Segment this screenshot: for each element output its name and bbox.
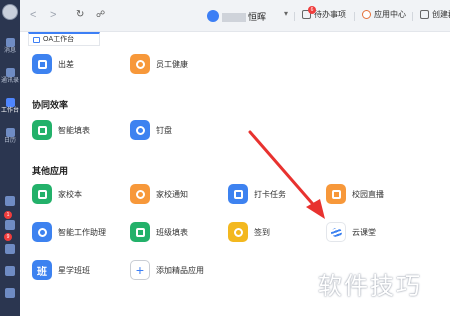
left-sidebar: 消息 通讯录 工作台 日历 1 9 — [0, 0, 20, 316]
briefcase-icon — [32, 54, 52, 74]
forward-arrow-icon[interactable]: > — [50, 9, 56, 21]
class-form-icon — [130, 222, 150, 242]
sidebar-badge-2: 9 — [4, 233, 12, 241]
app-smart-assistant[interactable]: 智能工作助理 — [32, 222, 122, 242]
mail-icon[interactable] — [5, 220, 15, 230]
app-smart-form[interactable]: 智能填表 — [32, 120, 122, 140]
sidebar-item-contacts[interactable]: 通讯录 — [0, 68, 20, 85]
app-dingpan[interactable]: 钉盘 — [130, 120, 220, 140]
app-home-school-notice[interactable]: 家校通知 — [130, 184, 220, 204]
calendar-task-icon — [228, 184, 248, 204]
sidebar-item-messages[interactable]: 消息 — [0, 38, 20, 55]
sidebar-badge-1: 1 — [4, 211, 12, 219]
todo-badge: 6 — [308, 6, 316, 14]
user-name[interactable]: 恒晖 — [222, 10, 266, 23]
workbench-icon — [5, 98, 15, 107]
more-icon[interactable] — [5, 288, 15, 298]
sidebar-item-workbench[interactable]: 工作台 — [0, 98, 20, 115]
divider — [412, 12, 413, 21]
notebook-icon — [32, 184, 52, 204]
watermark-text: 软件技巧 — [318, 273, 422, 300]
top-bar: < > ↻ ☍ 恒晖 ▾ 待办事项 6 应用中心 创建群 — [20, 0, 450, 32]
app-campus-live[interactable]: 校园直播 — [326, 184, 416, 204]
blurred-text — [222, 13, 246, 23]
contacts-icon — [5, 68, 15, 77]
todo-button[interactable]: 待办事项 6 — [302, 6, 346, 20]
robot-icon — [32, 222, 52, 242]
tab-oa-workbench[interactable]: OA工作台 — [28, 32, 100, 46]
app-sign-in[interactable]: 签到 — [228, 222, 318, 242]
heart-icon — [130, 54, 150, 74]
chevron-down-icon[interactable]: ▾ — [284, 9, 288, 18]
form-icon — [32, 120, 52, 140]
location-pin-icon — [228, 222, 248, 242]
app-center-icon — [362, 10, 371, 20]
cloud-classroom-icon — [326, 222, 346, 242]
live-video-icon — [326, 184, 346, 204]
oa-tab-icon — [33, 37, 40, 43]
group-icon — [420, 10, 429, 20]
user-avatar[interactable] — [2, 4, 18, 20]
calendar-icon — [5, 128, 15, 137]
app-home-school-book[interactable]: 家校本 — [32, 184, 122, 204]
app-xingxue-banban[interactable]: 班 星学班班 — [32, 260, 122, 280]
back-arrow-icon[interactable]: < — [30, 9, 36, 21]
class-icon: 班 — [32, 260, 52, 280]
refresh-icon[interactable]: ↻ — [76, 9, 84, 20]
app-business-trip[interactable]: 出差 — [32, 54, 122, 74]
create-group-button[interactable]: 创建群 — [420, 9, 450, 20]
app-employee-health[interactable]: 员工健康 — [130, 54, 220, 74]
app-checkin-task[interactable]: 打卡任务 — [228, 184, 318, 204]
divider — [294, 12, 295, 21]
notice-icon — [130, 184, 150, 204]
section-title-other: 其他应用 — [32, 166, 69, 176]
app-class-form[interactable]: 班级填表 — [130, 222, 220, 242]
org-avatar[interactable] — [207, 10, 219, 22]
document-icon[interactable] — [5, 196, 15, 206]
phone-icon[interactable] — [5, 266, 15, 276]
link-icon[interactable]: ☍ — [96, 9, 105, 20]
plus-icon: + — [130, 260, 150, 280]
sidebar-item-calendar[interactable]: 日历 — [0, 128, 20, 145]
app-cloud-classroom[interactable]: 云课堂 — [326, 222, 416, 242]
app-add-featured[interactable]: + 添加精品应用 — [130, 260, 230, 280]
app-center-button[interactable]: 应用中心 — [362, 9, 406, 20]
message-icon — [5, 38, 15, 47]
cloud-icon — [130, 120, 150, 140]
divider — [354, 12, 355, 21]
section-title-collab: 协同效率 — [32, 100, 69, 110]
star-icon[interactable] — [5, 244, 15, 254]
